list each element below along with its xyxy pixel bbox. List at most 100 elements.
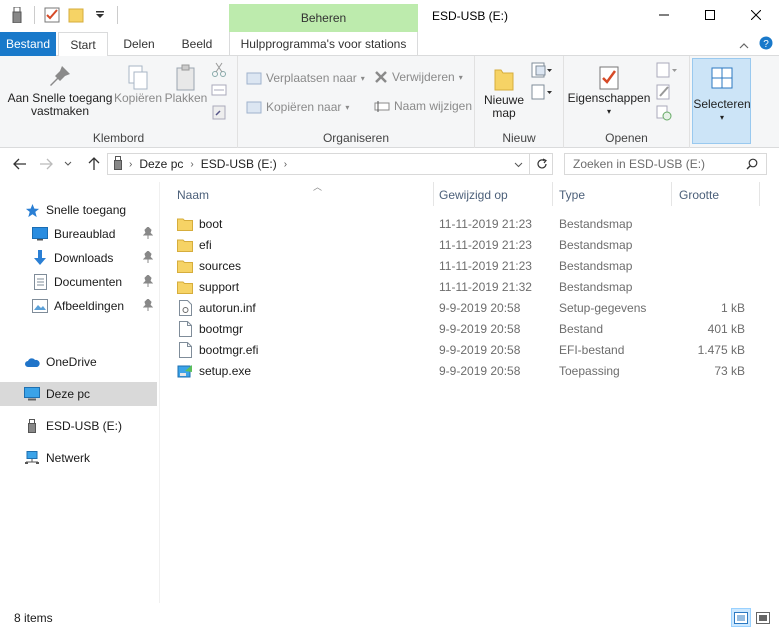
file-type: Bestandsmap xyxy=(559,258,633,273)
address-bar[interactable]: › Deze pc › ESD-USB (E:) › xyxy=(107,153,553,175)
new-folder-icon[interactable] xyxy=(67,6,85,24)
edit-icon[interactable] xyxy=(656,84,672,103)
file-row-setup-exe[interactable]: setup.exe 9-9-2019 20:58 Toepassing 73 kB xyxy=(177,360,777,381)
file-name-cell[interactable]: sources xyxy=(177,255,241,276)
maximize-button[interactable] xyxy=(687,0,733,30)
folder-icon xyxy=(177,279,193,295)
nav-this-pc[interactable]: Deze pc xyxy=(0,382,157,406)
new-folder-button[interactable]: Nieuwe map xyxy=(481,64,527,120)
breadcrumb-chevron-icon[interactable]: › xyxy=(284,159,287,170)
document-icon xyxy=(32,274,48,290)
file-row-boot[interactable]: boot 11-11-2019 21:23 Bestandsmap xyxy=(177,213,777,234)
tab-start[interactable]: Start xyxy=(58,32,108,57)
open-icon[interactable] xyxy=(656,62,678,81)
copy-to-dropdown-icon: ▾ xyxy=(345,102,350,112)
nav-quick-access[interactable]: Snelle toegang xyxy=(0,198,157,222)
recent-locations-button[interactable] xyxy=(62,154,74,174)
column-separator[interactable] xyxy=(671,182,672,206)
tab-view[interactable]: Beeld xyxy=(170,32,224,56)
forward-button[interactable] xyxy=(36,154,56,174)
copy-button[interactable]: Kopiëren xyxy=(114,64,162,105)
file-name-cell[interactable]: support xyxy=(177,276,239,297)
breadcrumb-chevron-icon[interactable]: › xyxy=(190,159,193,170)
copy-path-icon[interactable] xyxy=(211,84,227,99)
tab-file[interactable]: Bestand xyxy=(0,32,56,56)
file-row-sources[interactable]: sources 11-11-2019 21:23 Bestandsmap xyxy=(177,255,777,276)
chevron-down-icon xyxy=(64,161,72,166)
column-header-size[interactable]: Grootte xyxy=(679,182,759,208)
file-name-cell[interactable]: setup.exe xyxy=(177,360,251,381)
large-icons-view-button[interactable] xyxy=(753,608,773,627)
file-row-efi[interactable]: efi 11-11-2019 21:23 Bestandsmap xyxy=(177,234,777,255)
help-icon[interactable]: ? xyxy=(759,36,773,53)
search-input[interactable]: Zoeken in ESD-USB (E:) xyxy=(564,153,767,175)
pin-icon[interactable] xyxy=(142,226,154,242)
up-button[interactable] xyxy=(84,154,104,174)
address-history-dropdown[interactable] xyxy=(514,157,523,171)
nav-downloads[interactable]: Downloads xyxy=(0,246,157,270)
file-name-cell[interactable]: bootmgr.efi xyxy=(177,339,258,360)
customize-qat-icon[interactable] xyxy=(91,6,109,24)
file-row-autorun-inf[interactable]: autorun.inf 9-9-2019 20:58 Setup-gegevens 1… xyxy=(177,297,777,318)
refresh-button[interactable] xyxy=(536,158,548,170)
details-view-button[interactable] xyxy=(731,608,751,627)
qat-separator xyxy=(117,6,118,24)
close-button[interactable] xyxy=(733,0,779,30)
cut-icon[interactable] xyxy=(211,62,227,81)
usb-drive-icon[interactable] xyxy=(8,6,26,24)
select-button[interactable]: Selecteren ▾ xyxy=(692,58,751,144)
view-switcher xyxy=(731,608,773,627)
properties-icon[interactable] xyxy=(43,6,61,24)
nav-desktop[interactable]: Bureaublad xyxy=(0,222,157,246)
nav-onedrive[interactable]: OneDrive xyxy=(0,350,157,374)
file-name-cell[interactable]: autorun.inf xyxy=(177,297,256,318)
file-modified: 11-11-2019 21:23 xyxy=(439,216,532,231)
column-header-type[interactable]: Type xyxy=(559,182,671,208)
file-row-bootmgr-efi[interactable]: bootmgr.efi 9-9-2019 20:58 EFI-bestand 1.47… xyxy=(177,339,777,360)
rename-button[interactable]: Naam wijzigen xyxy=(374,99,472,113)
tab-share[interactable]: Delen xyxy=(112,32,166,56)
copy-to-label: Kopiëren naar xyxy=(266,100,342,114)
rename-icon xyxy=(374,101,390,112)
column-header-name[interactable]: Naam ︿ xyxy=(177,182,432,208)
search-icon[interactable] xyxy=(746,158,758,170)
collapse-ribbon-icon[interactable] xyxy=(739,38,749,52)
file-name-cell[interactable]: boot xyxy=(177,213,222,234)
easy-access-icon[interactable] xyxy=(531,84,553,103)
breadcrumb-chevron-icon[interactable]: › xyxy=(129,159,132,170)
nav-documents[interactable]: Documenten xyxy=(0,270,157,294)
move-to-button[interactable]: Verplaatsen naar ▾ xyxy=(246,70,365,86)
back-button[interactable] xyxy=(10,154,30,174)
delete-button[interactable]: Verwijderen ▾ xyxy=(374,70,463,84)
properties-button[interactable]: Eigenschappen ▾ xyxy=(568,64,650,118)
nav-pictures[interactable]: Afbeeldingen xyxy=(0,294,157,318)
file-name-cell[interactable]: bootmgr xyxy=(177,318,243,339)
file-name: support xyxy=(199,279,240,294)
pin-icon[interactable] xyxy=(142,298,154,314)
paste-shortcut-icon[interactable] xyxy=(211,104,227,123)
breadcrumb-this-pc[interactable]: Deze pc xyxy=(139,157,183,171)
group-organize: Verplaatsen naar ▾ Kopiëren naar ▾ Verwi… xyxy=(238,56,475,148)
column-separator[interactable] xyxy=(433,182,434,206)
new-item-icon[interactable] xyxy=(531,62,553,81)
file-name-cell[interactable]: efi xyxy=(177,234,212,255)
file-row-support[interactable]: support 11-11-2019 21:32 Bestandsmap xyxy=(177,276,777,297)
column-separator[interactable] xyxy=(759,182,760,206)
pin-quick-access-button[interactable]: Aan Snelle toegang vastmaken xyxy=(6,64,114,118)
paste-button[interactable]: Plakken xyxy=(164,64,208,105)
column-header-modified[interactable]: Gewijzigd op xyxy=(439,182,551,208)
pin-icon[interactable] xyxy=(142,274,154,290)
tab-drive-tools[interactable]: Hulpprogramma's voor stations xyxy=(229,32,418,56)
copy-to-button[interactable]: Kopiëren naar ▾ xyxy=(246,99,349,115)
breadcrumb-usb[interactable]: ESD-USB (E:) xyxy=(201,157,277,171)
history-icon[interactable] xyxy=(656,105,672,124)
nav-network[interactable]: Netwerk xyxy=(0,446,157,470)
move-to-icon xyxy=(246,72,262,85)
file-row-bootmgr[interactable]: bootmgr 9-9-2019 20:58 Bestand 401 kB xyxy=(177,318,777,339)
pin-icon[interactable] xyxy=(142,250,154,266)
sort-ascending-icon: ︿ xyxy=(313,182,323,192)
column-separator[interactable] xyxy=(552,182,553,206)
paste-icon xyxy=(176,64,195,91)
nav-usb-drive[interactable]: ESD-USB (E:) xyxy=(0,414,157,438)
minimize-button[interactable] xyxy=(641,0,687,30)
